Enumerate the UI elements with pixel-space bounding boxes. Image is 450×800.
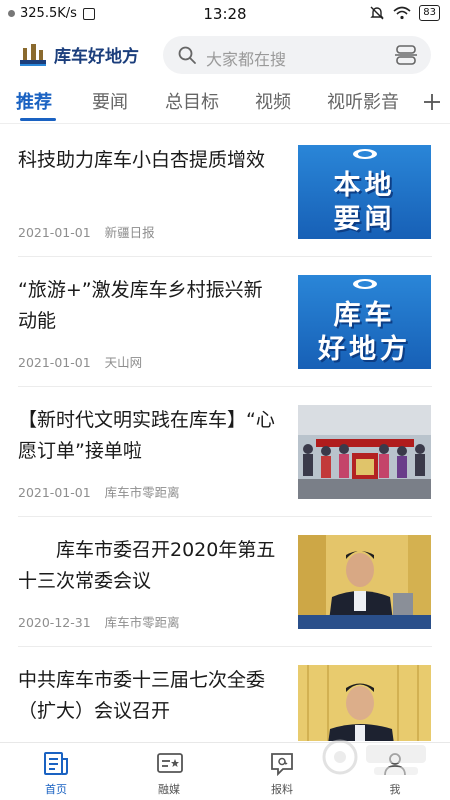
news-thumbnail — [298, 665, 431, 741]
news-thumbnail: 本地 要闻 — [298, 145, 431, 239]
nav-me-label: 我 — [389, 783, 401, 796]
news-meta: 2021-01-01 新疆日报 — [18, 222, 155, 241]
thumb-text-line2: 好地方 — [318, 334, 411, 365]
add-channel-button[interactable] — [418, 84, 444, 118]
app-header: 库车好地方 大家都在搜 — [0, 30, 450, 80]
news-icon — [44, 752, 68, 775]
report-chat-icon — [271, 753, 293, 777]
nav-media[interactable]: 融媒 — [129, 743, 209, 800]
news-title: 【新时代文明实践在库车】“心愿订单”接单啦 — [18, 409, 275, 462]
channel-badge-icon — [353, 149, 377, 159]
news-item[interactable]: “旅游+”激发库车乡村振兴新动能 2021-01-01 天山网 库车 好地方 — [18, 275, 432, 371]
news-thumbnail — [298, 535, 431, 629]
news-item[interactable]: 中共库车市委十三届七次全委（扩大）会议召开 — [18, 665, 432, 741]
divider — [18, 386, 432, 387]
status-right: 83 — [369, 5, 440, 21]
news-meta: 2020-12-31 库车市零距离 — [18, 612, 180, 631]
thumb-text-line2: 要闻 — [333, 204, 396, 235]
news-meta: 2021-01-01 天山网 — [18, 352, 142, 371]
news-item[interactable]: 【新时代文明实践在库车】“心愿订单”接单啦 2021-01-01 库车市零距离 — [18, 405, 432, 501]
news-source: 新疆日报 — [104, 225, 155, 240]
news-date: 2021-01-01 — [18, 485, 91, 500]
channel-badge-icon — [353, 279, 377, 289]
active-tab-indicator — [20, 118, 56, 121]
meeting-photo-image — [298, 535, 431, 629]
kuqa-good-place-graphic: 库车 好地方 — [298, 275, 431, 369]
news-title: 库车市委召开2020年第五十三次常委会议 — [18, 539, 276, 592]
divider — [18, 256, 432, 257]
meeting-photo-image — [298, 665, 431, 741]
nav-home-label: 首页 — [45, 783, 67, 796]
tab-audiovisual[interactable]: 视听影音 — [327, 88, 399, 114]
wifi-icon — [393, 6, 411, 20]
news-source: 库车市零距离 — [104, 485, 180, 500]
nav-report-label: 报料 — [271, 783, 293, 796]
nav-media-label: 融媒 — [158, 783, 180, 796]
news-source: 天山网 — [104, 355, 143, 370]
news-title: “旅游+”激发库车乡村振兴新动能 — [18, 279, 263, 332]
search-bar[interactable]: 大家都在搜 — [163, 36, 431, 74]
search-icon — [178, 46, 196, 64]
divider — [18, 516, 432, 517]
app-name: 库车好地方 — [54, 46, 139, 67]
news-item[interactable]: 科技助力库车小白杏提质增效 2021-01-01 新疆日报 本地 要闻 — [18, 145, 432, 241]
news-source: 库车市零距离 — [104, 615, 180, 630]
tab-video[interactable]: 视频 — [255, 88, 291, 114]
local-news-graphic: 本地 要闻 — [298, 145, 431, 239]
news-title: 科技助力库车小白杏提质增效 — [18, 149, 266, 171]
news-item[interactable]: 库车市委召开2020年第五十三次常委会议 2020-12-31 库车市零距离 — [18, 535, 432, 631]
news-thumbnail: 库车 好地方 — [298, 275, 431, 369]
nav-report[interactable]: 报料 — [242, 743, 322, 800]
battery-indicator: 83 — [419, 5, 440, 21]
divider — [18, 646, 432, 647]
tab-general-goal[interactable]: 总目标 — [165, 88, 219, 114]
news-title: 中共库车市委十三届七次全委（扩大）会议召开 — [18, 669, 266, 722]
tab-news[interactable]: 要闻 — [92, 88, 128, 114]
watermark-logo — [322, 739, 426, 775]
news-date: 2021-01-01 — [18, 225, 91, 240]
search-placeholder: 大家都在搜 — [206, 50, 287, 69]
channel-tabs: 推荐 要闻 总目标 视频 视听影音 — [0, 82, 450, 124]
mute-bell-icon — [370, 6, 384, 20]
news-date: 2020-12-31 — [18, 615, 91, 630]
status-bar: 325.5K/s 13:28 83 — [0, 0, 450, 28]
media-card-icon — [157, 753, 183, 773]
news-thumbnail — [298, 405, 431, 499]
group-photo-image — [298, 405, 431, 499]
news-meta: 2021-01-01 库车市零距离 — [18, 482, 180, 501]
tab-recommend[interactable]: 推荐 — [16, 88, 52, 114]
nav-home[interactable]: 首页 — [16, 743, 96, 800]
city-gate-logo-icon — [20, 44, 46, 66]
scan-icon[interactable] — [395, 44, 417, 66]
news-date: 2021-01-01 — [18, 355, 91, 370]
plus-icon — [424, 94, 440, 110]
app-logo[interactable]: 库车好地方 — [18, 40, 139, 68]
